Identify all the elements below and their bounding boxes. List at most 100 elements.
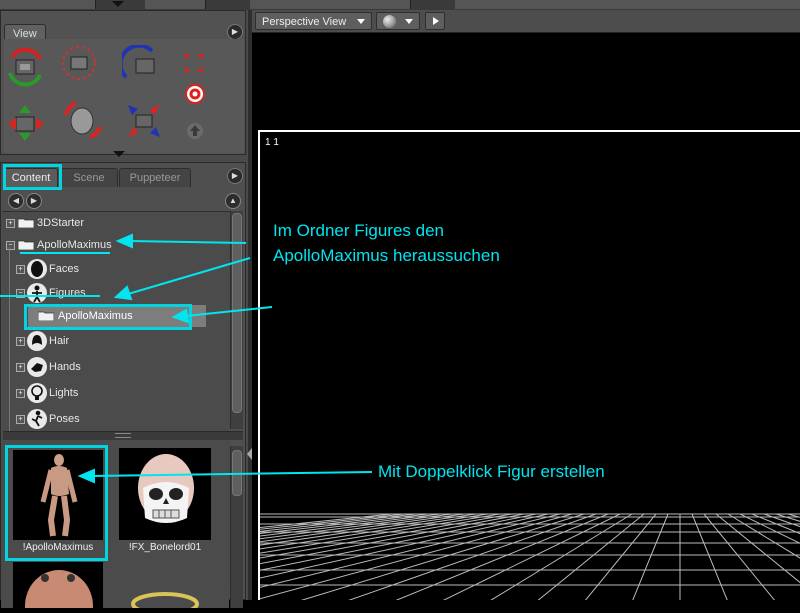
target-icon[interactable] (184, 83, 206, 105)
folder-hint-line2: ApolloMaximus heraussuchen (273, 246, 500, 265)
collapse-arrow-icon[interactable] (112, 1, 124, 7)
chevron-down-icon (405, 19, 413, 24)
selected-item-highlight (24, 304, 192, 330)
back-button[interactable]: ◀ (8, 193, 24, 209)
expand-icon[interactable]: + (6, 219, 15, 228)
toolbar-segment (455, 0, 800, 9)
perspective-viewport[interactable]: 1 1 (258, 130, 800, 600)
library-item-highlight (5, 445, 108, 561)
display-style-dropdown[interactable] (376, 12, 420, 30)
expand-icon[interactable]: + (16, 337, 25, 346)
library-item-partial[interactable] (119, 562, 211, 613)
sphere-icon (383, 15, 396, 28)
folder-hint-line1: Im Ordner Figures den (273, 221, 445, 240)
tree-item-hands[interactable]: + Hands (16, 356, 226, 378)
ring-thumbnail (131, 592, 199, 613)
tree-item-label: Lights (49, 387, 79, 399)
up-folder-button[interactable]: ▲ (225, 193, 241, 209)
view-panel: View ▶ (0, 10, 246, 157)
double-click-hint: Mit Doppelklick Figur erstellen (378, 462, 605, 481)
tree-item-poses[interactable]: + Poses (16, 408, 226, 430)
expand-icon[interactable]: + (16, 265, 25, 274)
up-arrow-icon[interactable] (186, 122, 204, 140)
grid-line (691, 513, 728, 600)
tree-connector (9, 247, 10, 437)
panel-menu-button[interactable]: ▶ (227, 24, 243, 40)
tree-item-apollomaximus[interactable]: − ApolloMaximus (6, 234, 226, 256)
collapse-icon[interactable]: − (16, 289, 25, 298)
viewport-menu-button[interactable] (425, 12, 445, 30)
viewport-coords: 1 1 (265, 137, 279, 148)
grid-line (751, 513, 800, 535)
tree-item-label: Faces (49, 263, 79, 275)
tree-item-3dstarter[interactable]: + 3DStarter (6, 212, 226, 234)
move-xy-icon[interactable] (6, 103, 46, 143)
tree-item-label: Hair (49, 335, 70, 347)
move-xz-icon[interactable] (124, 101, 164, 141)
view-controls-grid (4, 39, 244, 153)
toolbar-segment (0, 0, 96, 9)
collapse-left-arrow-icon[interactable] (247, 448, 252, 460)
grid-line (715, 513, 800, 584)
grid-line (703, 513, 776, 600)
tab-scene[interactable]: Scene (60, 168, 118, 187)
hand-icon (27, 357, 47, 377)
grid-line (260, 513, 561, 588)
grid-line (442, 513, 621, 600)
tree-item-faces[interactable]: + Faces (16, 258, 226, 280)
tree-item-hair[interactable]: + Hair (16, 330, 226, 352)
expand-icon[interactable]: + (16, 363, 25, 372)
tree-item-figures[interactable]: − Figures (16, 282, 226, 304)
library-item-partial[interactable] (13, 562, 103, 613)
frame-icon[interactable] (180, 49, 208, 77)
collapse-icon[interactable]: − (6, 241, 15, 250)
library-item-fx-bonelord01[interactable] (119, 448, 211, 540)
splitter-grip-icon[interactable] (115, 433, 131, 438)
library-scrollbar-thumb[interactable] (232, 450, 242, 496)
camera-dropdown-value: Perspective View (262, 16, 347, 28)
grid-line (260, 513, 573, 600)
tree-item-lights[interactable]: + Lights (16, 382, 226, 404)
expand-icon[interactable]: + (16, 389, 25, 398)
tree-item-label: Poses (49, 413, 80, 425)
camera-dropdown[interactable]: Perspective View (255, 12, 372, 30)
tree-item-label: Hands (49, 361, 81, 373)
panel-separator[interactable] (248, 10, 252, 600)
chicken-icon[interactable] (62, 99, 102, 139)
bulb-icon (27, 383, 47, 403)
tab-puppeteer[interactable]: Puppeteer (119, 168, 191, 187)
trackball-icon[interactable] (59, 43, 99, 83)
ground-grid (260, 513, 800, 600)
viewport-toolbar: Perspective View (252, 10, 800, 33)
tree-scrollbar-thumb[interactable] (232, 213, 242, 413)
face-icon (27, 259, 47, 279)
folder-open-icon (18, 240, 34, 250)
chevron-down-icon (357, 19, 365, 24)
library-scrollbar[interactable] (230, 446, 243, 608)
toolbar-segment (250, 0, 411, 9)
tree-item-label: Figures (49, 287, 86, 299)
grid-line (584, 513, 657, 600)
tree-scrollbar[interactable] (230, 211, 243, 429)
skull-mask-thumbnail (138, 454, 194, 523)
grid-line (775, 513, 800, 522)
folder-icon (18, 218, 34, 228)
library-item-label: !FX_Bonelord01 (128, 542, 202, 553)
toolbar-segment (145, 0, 206, 9)
expand-icon[interactable]: + (16, 415, 25, 424)
rotate-icon[interactable] (6, 47, 46, 87)
forward-button[interactable]: ▶ (26, 193, 42, 209)
panel-menu-button[interactable]: ▶ (227, 168, 243, 184)
play-arrow-icon (433, 17, 439, 25)
hair-icon (27, 331, 47, 351)
content-tab-highlight (3, 164, 62, 190)
twist-icon[interactable] (122, 45, 162, 85)
collapse-arrow-icon[interactable] (113, 151, 125, 157)
head-thumbnail (25, 570, 93, 613)
grid-line (537, 513, 645, 600)
pose-icon (27, 409, 47, 429)
grid-line (260, 513, 465, 543)
grid-line (395, 513, 609, 600)
figure-icon (27, 283, 47, 303)
tree-item-label: 3DStarter (37, 217, 85, 229)
